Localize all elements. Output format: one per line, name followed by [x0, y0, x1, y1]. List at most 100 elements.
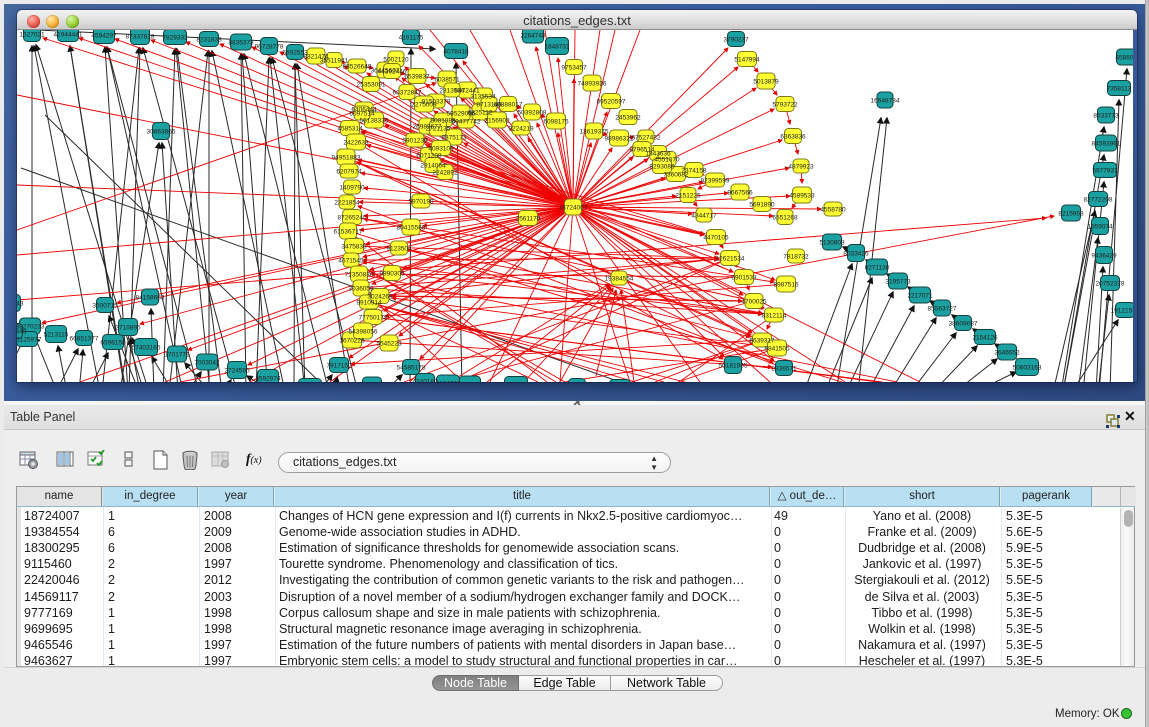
svg-text:4344717: 4344717	[691, 212, 717, 219]
svg-text:5213115: 5213115	[44, 331, 69, 338]
svg-text:5545223: 5545223	[376, 340, 402, 347]
svg-text:25353091: 25353091	[357, 81, 386, 88]
svg-text:2264748: 2264748	[520, 32, 546, 39]
svg-text:9990305: 9990305	[379, 270, 405, 277]
svg-text:3710895: 3710895	[115, 324, 141, 331]
svg-text:5977931: 5977931	[1092, 167, 1118, 174]
svg-text:7829332: 7829332	[162, 34, 188, 41]
svg-text:2813596: 2813596	[439, 87, 465, 94]
svg-text:6271130: 6271130	[865, 264, 890, 271]
svg-text:50477742: 50477742	[452, 118, 481, 125]
svg-text:2914064: 2914064	[420, 162, 446, 169]
svg-text:8713146: 8713146	[476, 101, 502, 108]
svg-text:9667566: 9667566	[727, 189, 753, 196]
svg-text:85563727: 85563727	[928, 305, 957, 312]
svg-text:3670226: 3670226	[339, 337, 365, 344]
svg-text:4700025: 4700025	[741, 298, 767, 305]
svg-text:2275009: 2275009	[411, 101, 437, 108]
svg-text:89520597: 89520597	[597, 98, 626, 105]
svg-text:24508349: 24508349	[17, 328, 27, 335]
svg-text:5013879: 5013879	[753, 78, 779, 85]
svg-text:60372847: 60372847	[393, 89, 422, 96]
svg-text:95125977: 95125977	[17, 336, 42, 343]
svg-text:9293086: 9293086	[649, 163, 675, 170]
svg-text:78371272: 78371272	[456, 381, 485, 382]
svg-text:6207974: 6207974	[336, 168, 362, 175]
svg-text:4551070: 4551070	[654, 156, 680, 163]
svg-text:67527432: 67527432	[632, 134, 661, 141]
svg-text:30863865: 30863865	[147, 128, 176, 135]
svg-text:43308443: 43308443	[17, 300, 24, 307]
svg-text:4586084: 4586084	[1115, 54, 1133, 61]
svg-text:68526649: 68526649	[343, 63, 372, 70]
svg-text:9224219: 9224219	[508, 125, 534, 132]
svg-text:50181935: 50181935	[719, 362, 748, 369]
svg-text:19121552: 19121552	[1111, 307, 1133, 314]
svg-text:98986321: 98986321	[605, 135, 634, 142]
svg-text:4594297: 4594297	[91, 32, 117, 39]
svg-text:4470105: 4470105	[703, 234, 729, 241]
svg-text:7917152: 7917152	[326, 362, 352, 369]
svg-text:1701771: 1701771	[164, 351, 190, 358]
svg-text:6071208: 6071208	[416, 152, 442, 159]
svg-text:6038571: 6038571	[434, 76, 460, 83]
svg-text:6639317: 6639317	[749, 337, 775, 344]
svg-text:5901239: 5901239	[402, 137, 428, 144]
svg-text:12621534: 12621534	[716, 255, 745, 262]
svg-text:96728778: 96728778	[255, 43, 284, 50]
svg-text:4093109: 4093109	[428, 145, 454, 152]
svg-text:6551268: 6551268	[772, 214, 798, 221]
svg-text:94951883: 94951883	[332, 154, 361, 161]
svg-text:1959074: 1959074	[1087, 223, 1113, 230]
svg-text:4879923: 4879923	[788, 163, 814, 170]
svg-text:4240180: 4240180	[412, 378, 438, 382]
svg-text:8835373: 8835373	[228, 39, 254, 46]
svg-text:87337818: 87337818	[126, 33, 155, 40]
svg-text:6596150: 6596150	[100, 339, 126, 346]
svg-text:2156902: 2156902	[484, 117, 510, 124]
svg-text:3036059: 3036059	[348, 285, 374, 292]
svg-text:9753457: 9753457	[561, 64, 587, 71]
svg-text:8312114: 8312114	[762, 312, 787, 319]
svg-text:87265240: 87265240	[338, 214, 367, 221]
svg-text:2936571: 2936571	[771, 365, 797, 372]
svg-text:2422633: 2422633	[343, 139, 369, 146]
svg-text:6901533: 6901533	[731, 274, 757, 281]
svg-text:18724007: 18724007	[559, 204, 588, 211]
svg-text:2154126: 2154126	[972, 334, 998, 341]
svg-text:3500715: 3500715	[92, 302, 118, 309]
svg-text:50603163: 50603163	[1013, 364, 1042, 371]
svg-text:1527021: 1527021	[19, 31, 45, 38]
svg-text:80415568: 80415568	[397, 224, 426, 231]
svg-text:4078418: 4078418	[443, 48, 469, 55]
svg-text:66851377: 66851377	[70, 335, 99, 342]
svg-text:20752378: 20752378	[1096, 280, 1125, 287]
svg-text:50392808: 50392808	[518, 109, 547, 116]
svg-text:72350830: 72350830	[345, 271, 374, 278]
svg-text:8796514: 8796514	[629, 146, 655, 153]
svg-text:3790237: 3790237	[723, 36, 749, 43]
svg-text:8231838: 8231838	[196, 36, 222, 43]
svg-text:8633773: 8633773	[1093, 112, 1119, 119]
svg-text:9910914: 9910914	[356, 299, 382, 306]
svg-text:4585314: 4585314	[337, 125, 363, 132]
svg-text:74893936: 74893936	[578, 80, 607, 87]
svg-text:9436429: 9436429	[1091, 252, 1117, 259]
svg-text:54585178: 54585178	[397, 364, 426, 371]
svg-text:5002120: 5002120	[383, 56, 409, 63]
svg-text:59529086: 59529086	[447, 110, 476, 117]
svg-text:3195773: 3195773	[885, 278, 911, 285]
svg-text:1848731: 1848731	[544, 43, 570, 50]
svg-text:8841505: 8841505	[764, 345, 790, 352]
svg-text:7003042: 7003042	[194, 359, 220, 366]
svg-text:7818732: 7818732	[783, 253, 809, 260]
svg-text:8033426: 8033426	[843, 250, 869, 257]
svg-text:2374158: 2374158	[681, 167, 707, 174]
svg-text:5691890: 5691890	[749, 201, 775, 208]
svg-text:82399599: 82399599	[701, 177, 730, 184]
svg-text:8875173: 8875173	[441, 134, 467, 141]
svg-text:67403166: 67403166	[132, 344, 161, 351]
svg-text:77750178: 77750178	[359, 314, 388, 321]
svg-text:6098175: 6098175	[543, 118, 569, 125]
svg-text:8987516: 8987516	[773, 281, 799, 288]
